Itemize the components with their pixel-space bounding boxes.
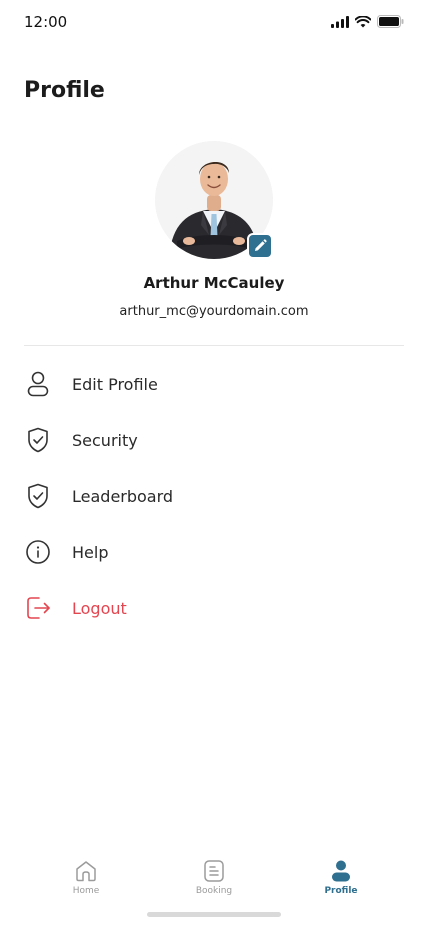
shield-check-icon xyxy=(24,482,52,510)
menu-item-logout[interactable]: Logout xyxy=(24,580,404,636)
menu-label: Edit Profile xyxy=(72,374,158,394)
menu-label: Leaderboard xyxy=(72,486,174,506)
profile-menu: Edit Profile Security Leaderboard Help L… xyxy=(24,356,404,636)
document-icon xyxy=(169,858,259,884)
tab-home[interactable]: Home xyxy=(41,858,131,896)
pencil-icon xyxy=(255,239,267,251)
battery-icon xyxy=(377,15,404,28)
menu-label: Security xyxy=(72,430,138,450)
edit-avatar-button[interactable] xyxy=(247,233,273,259)
tab-label: Booking xyxy=(195,886,233,896)
user-icon xyxy=(24,370,52,398)
menu-item-help[interactable]: Help xyxy=(24,524,404,580)
menu-label: Help xyxy=(72,542,109,562)
page-title: Profile xyxy=(24,78,105,103)
tab-booking[interactable]: Booking xyxy=(169,858,259,896)
tab-profile[interactable]: Profile xyxy=(296,858,386,896)
info-icon xyxy=(24,538,52,566)
divider xyxy=(24,345,404,346)
home-indicator xyxy=(147,912,281,917)
logout-icon xyxy=(24,594,52,622)
shield-check-icon xyxy=(24,426,52,454)
signal-icon xyxy=(331,15,349,28)
menu-item-edit-profile[interactable]: Edit Profile xyxy=(24,356,404,412)
bottom-tab-bar: Home Booking Profile xyxy=(0,836,428,926)
profile-avatar-container xyxy=(155,141,273,259)
menu-item-leaderboard[interactable]: Leaderboard xyxy=(24,468,404,524)
home-icon xyxy=(41,858,131,884)
menu-label: Logout xyxy=(72,598,127,618)
user-filled-icon xyxy=(296,858,386,884)
wifi-icon xyxy=(355,15,371,27)
user-name: Arthur McCauley xyxy=(143,274,285,292)
status-bar: 12:00 xyxy=(0,0,428,46)
tab-label: Profile xyxy=(324,886,358,896)
status-icons xyxy=(331,15,404,28)
tab-label: Home xyxy=(72,886,100,896)
menu-item-security[interactable]: Security xyxy=(24,412,404,468)
user-email: arthur_mc@yourdomain.com xyxy=(119,304,309,319)
status-time: 12:00 xyxy=(24,13,68,31)
